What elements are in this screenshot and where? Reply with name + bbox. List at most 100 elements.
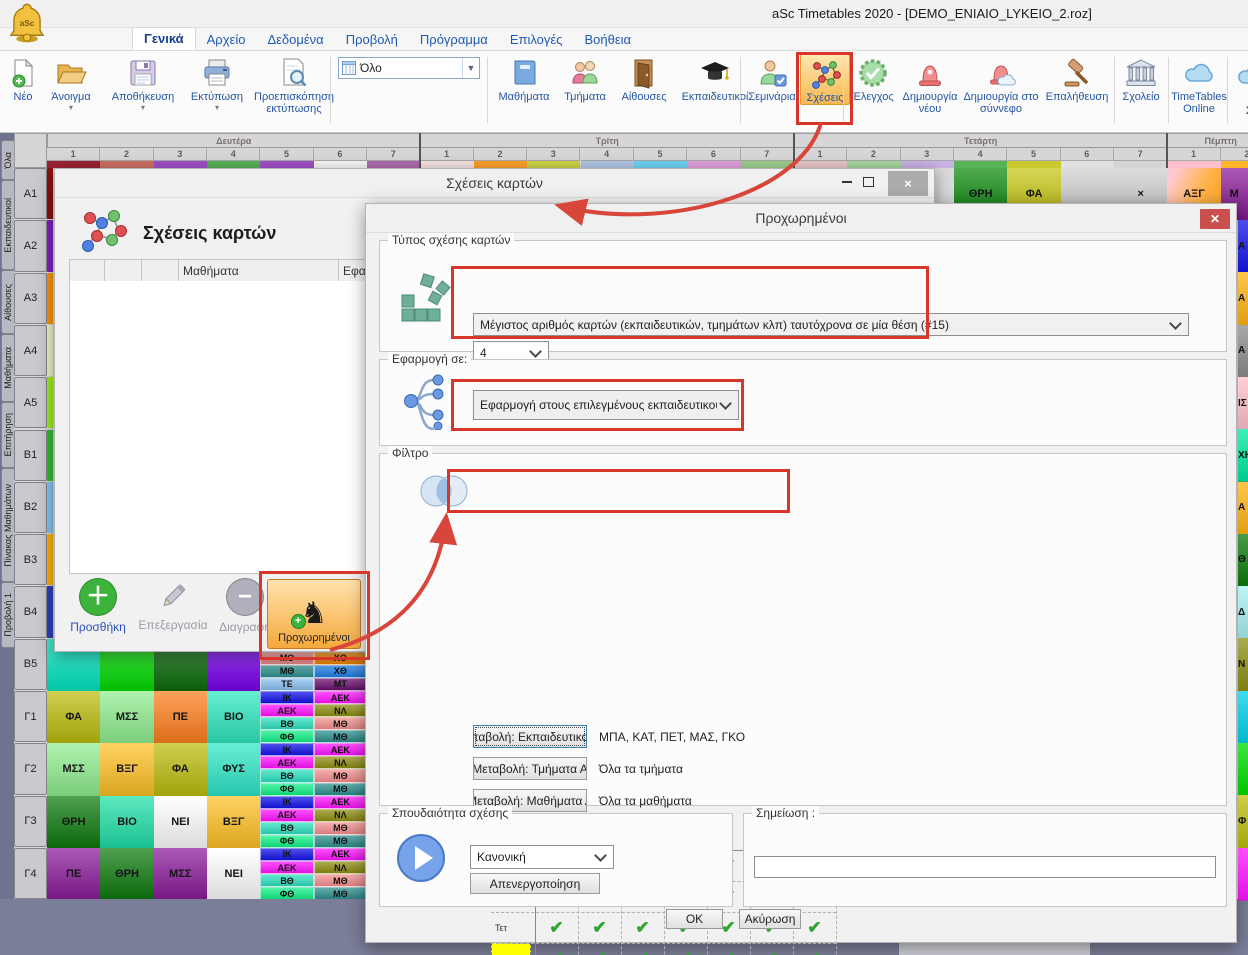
- timetable-subcell[interactable]: ΒΘ: [260, 874, 313, 887]
- grid-check-cell[interactable]: ✔: [535, 943, 578, 955]
- row-header-B4[interactable]: B4: [14, 586, 47, 637]
- list-column-2[interactable]: [142, 260, 179, 282]
- grid-check-cell[interactable]: ✔: [535, 912, 578, 943]
- timetable-cell[interactable]: ΒΞΓ: [100, 743, 154, 795]
- toolbar-button-open-folder[interactable]: Άνοιγμα▾: [40, 54, 102, 111]
- grid-check-cell[interactable]: ✔: [664, 943, 707, 955]
- disable-button[interactable]: Απενεργοποίηση: [470, 873, 600, 894]
- toolbar-button-gavel[interactable]: Επαλήθευση: [1041, 54, 1113, 103]
- relations-add-button[interactable]: ＋Προσθήκη: [63, 575, 133, 647]
- timetable-subcell[interactable]: ΦΘ: [260, 835, 313, 848]
- menu-tab-6[interactable]: Βοήθεια: [573, 29, 642, 50]
- timetable-subcell[interactable]: ΦΘ: [260, 730, 313, 743]
- note-input[interactable]: [754, 856, 1216, 878]
- row-header-A1[interactable]: A1: [14, 168, 47, 219]
- timetable-subcell[interactable]: ΙΚ: [260, 743, 313, 756]
- grid-check-cell[interactable]: ✔: [578, 912, 621, 943]
- advanced-button[interactable]: ♞+ Προχωρημένοι: [267, 579, 361, 649]
- row-header-A3[interactable]: A3: [14, 273, 47, 324]
- list-column-0[interactable]: [70, 260, 105, 282]
- timetable-subcell[interactable]: ΒΘ: [260, 769, 313, 782]
- toolbar-button-new-file[interactable]: Νέο: [6, 54, 40, 103]
- relations-edit-button[interactable]: Επεξεργασία: [133, 575, 213, 647]
- timetable-subcell[interactable]: ΙΚ: [260, 796, 313, 809]
- toolbar-button-save[interactable]: Αποθήκευση▾: [102, 54, 184, 111]
- minimize-button[interactable]: [838, 169, 856, 194]
- timetable-subcell[interactable]: ΤΕ: [260, 678, 313, 691]
- timetable-cell[interactable]: ΝΕΙ: [207, 848, 261, 900]
- timetable-cell[interactable]: ΘΡΗ: [47, 796, 101, 848]
- row-header-A4[interactable]: A4: [14, 325, 47, 376]
- timetable-subcell[interactable]: ΑΕΚ: [260, 756, 313, 769]
- timetable-subcell[interactable]: ΝΛ: [314, 756, 367, 769]
- toolbar-button-partial[interactable]: ΕΣχ: [1232, 56, 1248, 118]
- timetable-cell[interactable]: ΝΕΙ: [154, 796, 208, 848]
- dialog-titlebar[interactable]: Προχωρημένοι ✕: [366, 204, 1236, 233]
- timetable-subcell[interactable]: ΜΘ: [314, 717, 367, 730]
- timetable-cell[interactable]: ΦΑ: [154, 743, 208, 795]
- grid-check-cell[interactable]: ✔: [750, 943, 793, 955]
- timetable-subcell[interactable]: ΦΘ: [260, 783, 313, 796]
- menu-tab-4[interactable]: Πρόγραμμα: [409, 29, 499, 50]
- timetable-subcell[interactable]: ΜΘ: [314, 822, 367, 835]
- timetable-subcell[interactable]: ΜΘ: [314, 874, 367, 887]
- row-header-B5[interactable]: B5: [14, 639, 47, 690]
- timetable-subcell[interactable]: ΒΘ: [260, 717, 313, 730]
- list-column-1[interactable]: [105, 260, 142, 282]
- timetable-cell[interactable]: ΜΣΣ: [154, 848, 208, 900]
- view-tab-1[interactable]: Εκπαιδευτικοί: [1, 180, 14, 270]
- filter-change-button-0[interactable]: Μεταβολή: Εκπαιδευτικοί Α: [473, 725, 587, 748]
- relation-type-select[interactable]: Μέγιστος αριθμός καρτών (εκπαιδευτικών, …: [473, 313, 1189, 336]
- view-tab-5[interactable]: Πίνακας Μαθημάτων: [1, 468, 14, 582]
- toolbar-button-person-check[interactable]: Σεμινάρια: [744, 54, 800, 103]
- grid-check-cell[interactable]: ✔: [707, 943, 750, 955]
- menu-tab-2[interactable]: Δεδομένα: [256, 29, 334, 50]
- timetable-subcell[interactable]: ΜΤ: [314, 678, 367, 691]
- timetable-cell[interactable]: ΠΕ: [154, 691, 208, 743]
- toolbar-button-people[interactable]: Τμήματα: [556, 54, 614, 103]
- timetable-subcell[interactable]: ΧΘ: [314, 665, 367, 678]
- timetable-subcell[interactable]: ΑΕΚ: [260, 861, 313, 874]
- timetable-subcell[interactable]: ΑΕΚ: [314, 796, 367, 809]
- list-column-Μαθήματα[interactable]: Μαθήματα: [179, 260, 339, 282]
- chevron-down-icon[interactable]: ▾: [69, 105, 73, 111]
- maximize-button[interactable]: [859, 169, 877, 194]
- timetable-cell[interactable]: ΦΑ: [47, 691, 101, 743]
- view-selector-combo[interactable]: Όλο ▼: [338, 57, 480, 79]
- combo-dropdown-button[interactable]: ▼: [462, 58, 479, 78]
- row-header-A5[interactable]: A5: [14, 377, 47, 428]
- timetable-subcell[interactable]: ΝΛ: [314, 861, 367, 874]
- timetable-subcell[interactable]: ΑΕΚ: [260, 704, 313, 717]
- toolbar-button-check-seal[interactable]: Έλεγχος: [847, 54, 899, 103]
- row-header-Γ4[interactable]: Γ4: [14, 848, 47, 899]
- menu-tab-3[interactable]: Προβολή: [335, 29, 409, 50]
- toolbar-button-book[interactable]: Μαθήματα: [492, 54, 556, 103]
- view-tab-0[interactable]: Όλα: [1, 140, 14, 180]
- timetable-cell[interactable]: ΠΕ: [47, 848, 101, 900]
- grid-check-cell[interactable]: ✔: [793, 943, 836, 955]
- view-tab-3[interactable]: Μαθήματα: [1, 334, 14, 402]
- timetable-subcell[interactable]: ΜΘ: [314, 730, 367, 743]
- ok-button[interactable]: OK: [666, 909, 723, 929]
- filter-change-button-1[interactable]: Μεταβολή: Τμήματα Α: [473, 757, 587, 780]
- timetable-subcell[interactable]: ΜΘ: [260, 652, 313, 665]
- toolbar-button-siren-cloud[interactable]: Δημιουργία στο σύννεφο: [961, 54, 1041, 116]
- timetable-subcell[interactable]: ΑΕΚ: [314, 691, 367, 704]
- timetable-cell[interactable]: ΘΡΗ: [100, 848, 154, 900]
- timetable-cell[interactable]: ΜΣΣ: [47, 743, 101, 795]
- timetable-cell[interactable]: ΦΥΣ: [207, 743, 261, 795]
- grid-check-cell[interactable]: ✔: [578, 943, 621, 955]
- timetable-subcell[interactable]: ΜΘ: [314, 835, 367, 848]
- row-header-B1[interactable]: B1: [14, 430, 47, 481]
- timetable-subcell[interactable]: ΙΚ: [260, 691, 313, 704]
- toolbar-button-cloud[interactable]: TimeTables Online: [1170, 54, 1228, 116]
- timetable-subcell[interactable]: ΜΘ: [314, 783, 367, 796]
- view-tab-6[interactable]: Προβολή 1: [1, 582, 14, 648]
- timetable-subcell[interactable]: ΝΛ: [314, 704, 367, 717]
- timetable-cell[interactable]: ΒΙΟ: [100, 796, 154, 848]
- timetable-subcell[interactable]: ΜΘ: [260, 665, 313, 678]
- grid-check-cell[interactable]: ✔: [621, 943, 664, 955]
- view-tab-4[interactable]: Επιτήρηση: [1, 402, 14, 468]
- timetable-subcell[interactable]: ΑΕΚ: [314, 848, 367, 861]
- grid-day-label-Τετ[interactable]: Τετ: [491, 912, 531, 943]
